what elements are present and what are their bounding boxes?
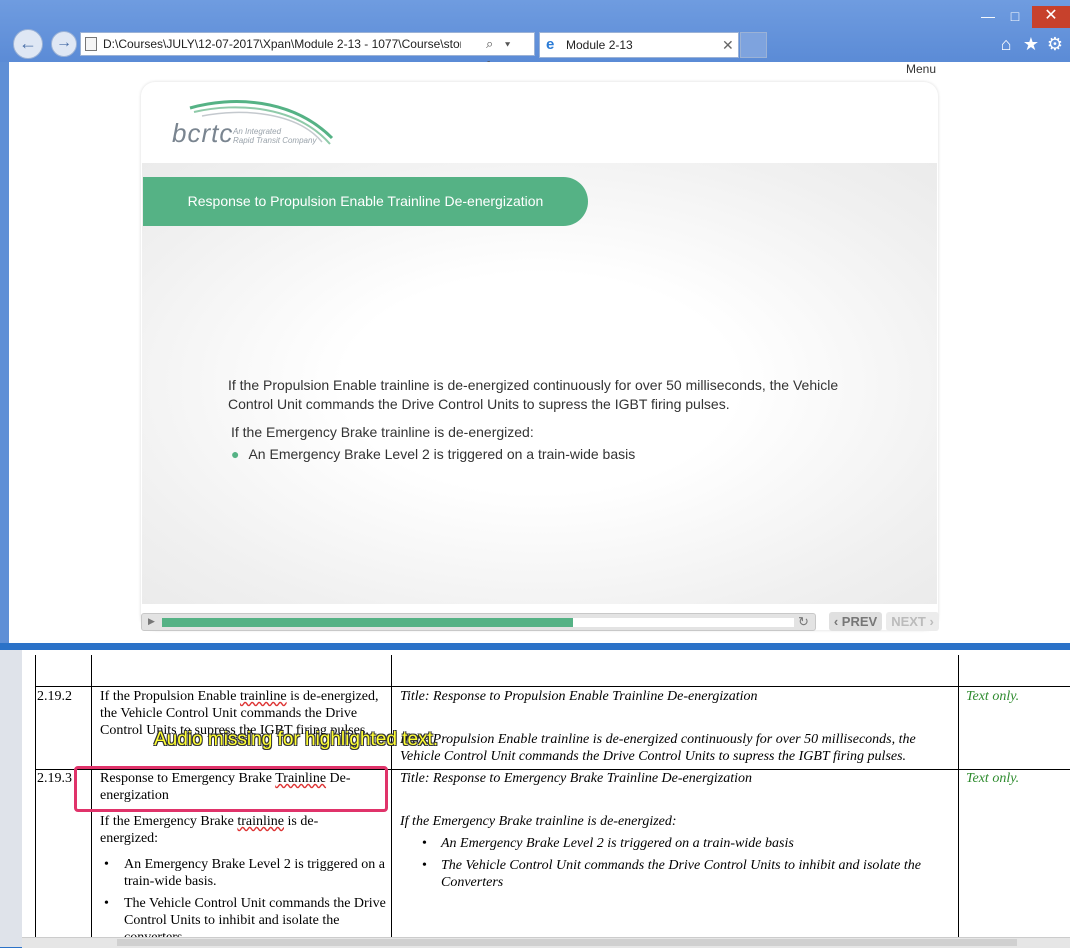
logo-text: bcrtc xyxy=(172,118,234,148)
slide-paragraph-2: If the Emergency Brake trainline is de-e… xyxy=(231,424,534,440)
row-left-bullet-1: An Emergency Brake Level 2 is triggered … xyxy=(124,857,385,889)
row-id: 2.19.3 xyxy=(37,771,72,786)
progress-fill xyxy=(162,618,573,627)
bullet-dot-icon: ● xyxy=(231,446,240,462)
maximize-button[interactable]: □ xyxy=(1005,6,1025,28)
table-border xyxy=(35,686,1070,687)
close-window-button[interactable]: ✕ xyxy=(1032,6,1070,28)
row-title: Title: Response to Propulsion Enable Tra… xyxy=(400,689,758,704)
window-gap xyxy=(0,643,1070,650)
logo-tagline-2: Rapid Transit Company xyxy=(233,136,317,145)
table-border xyxy=(958,655,959,937)
tab-module-2-13[interactable]: e Module 2-13 ✕ xyxy=(539,32,739,58)
play-icon[interactable]: ▶ xyxy=(148,616,155,627)
annotation-text: Audio missing for highlighted text. xyxy=(154,729,439,750)
row-id: 2.19.2 xyxy=(37,689,72,704)
tab-close-icon[interactable]: ✕ xyxy=(722,33,734,57)
slide-bullet-1: ● An Emergency Brake Level 2 is triggered… xyxy=(231,446,635,462)
vertical-ruler xyxy=(0,650,22,947)
tab-title[interactable]: Module 2-13 xyxy=(566,33,633,57)
bullet-dot-icon: • xyxy=(104,896,109,911)
logo-tagline-1: An Integrated xyxy=(233,127,282,136)
slide-title: Response to Propulsion Enable Trainline … xyxy=(143,177,588,226)
page-icon xyxy=(85,37,97,51)
address-url[interactable]: D:\Courses\JULY\12-07-2017\Xpan\Module 2… xyxy=(103,33,461,55)
text-span: If the Propulsion Enable xyxy=(100,689,240,704)
table-border xyxy=(391,655,392,937)
home-icon[interactable]: ⌂ xyxy=(996,34,1016,54)
row-title: Title: Response to Emergency Brake Train… xyxy=(400,771,753,786)
seek-bar[interactable]: ▶ ↻ xyxy=(141,613,816,631)
address-bar[interactable]: D:\Courses\JULY\12-07-2017\Xpan\Module 2… xyxy=(80,32,535,73)
row-left-bullet-2: The Vehicle Control Unit commands the Dr… xyxy=(124,896,386,937)
minimize-button[interactable]: — xyxy=(978,6,998,28)
row-bullet-1: An Emergency Brake Level 2 is triggered … xyxy=(441,836,794,851)
new-tab-button[interactable] xyxy=(740,32,767,58)
replay-icon[interactable]: ↻ xyxy=(798,614,809,630)
highlight-box xyxy=(74,766,388,812)
settings-icon[interactable]: ⚙ xyxy=(1045,34,1065,54)
row-body: If the Propulsion Enable trainline is de… xyxy=(400,732,916,764)
bullet-dot-icon: • xyxy=(422,836,427,851)
bullet-dot-icon: • xyxy=(422,858,427,873)
progress-track[interactable] xyxy=(162,618,794,627)
text-span: trainline xyxy=(239,689,287,704)
logo-tagline: An Integrated Rapid Transit Company xyxy=(233,127,316,145)
slide-bullet-1-text: An Emergency Brake Level 2 is triggered … xyxy=(248,446,636,462)
text-span: If the Emergency Brake xyxy=(100,814,238,829)
row-bullet-2: The Vehicle Control Unit commands the Dr… xyxy=(441,858,921,890)
slide-paragraph-1: If the Propulsion Enable trainline is de… xyxy=(228,377,839,412)
horizontal-scrollbar[interactable] xyxy=(22,937,1070,948)
scrollbar-thumb[interactable] xyxy=(117,939,1017,946)
row-note: Text only. xyxy=(966,689,1020,704)
favorites-icon[interactable]: ★ xyxy=(1021,34,1041,54)
row-left-text: If the Emergency Brake trainline is de-e… xyxy=(100,813,370,847)
prev-button[interactable]: ‹ PREV xyxy=(829,612,882,631)
menu-link[interactable]: Menu xyxy=(906,62,936,76)
back-button[interactable]: ← xyxy=(13,29,43,59)
row-note: Text only. xyxy=(966,771,1020,786)
bullet-dot-icon: • xyxy=(104,857,109,872)
next-button[interactable]: NEXT › xyxy=(886,612,939,631)
row-body: If the Emergency Brake trainline is de-e… xyxy=(400,814,677,829)
ie-icon: e xyxy=(546,36,555,53)
forward-button[interactable]: → xyxy=(51,31,77,57)
text-span: trainline xyxy=(237,814,285,829)
table-border xyxy=(35,655,36,937)
